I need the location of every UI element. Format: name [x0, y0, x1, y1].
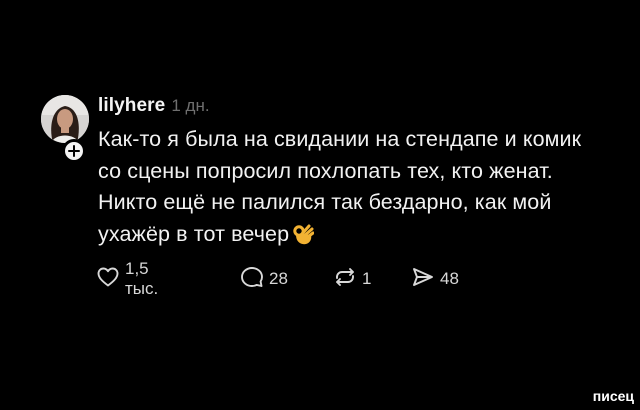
repost-count: 1 [362, 269, 372, 288]
share-button[interactable]: 48 [411, 265, 459, 293]
comment-bubble-icon [240, 265, 264, 294]
post-time: 1 дн. [171, 96, 210, 115]
heart-icon [96, 265, 120, 294]
ok-hand-emoji-icon [292, 222, 315, 256]
post-header: lilyhere 1 дн. [98, 95, 210, 117]
post-text-line: Никто ещё не палился так бездарно, как м… [98, 190, 552, 214]
plus-icon [68, 145, 80, 157]
avatar-image [41, 95, 89, 143]
send-icon [411, 265, 435, 294]
follow-plus-button[interactable] [62, 139, 86, 163]
reply-button[interactable]: 28 [240, 265, 288, 293]
post-text-line: со сцены попросил похлопать тех, кто жен… [98, 158, 553, 183]
post-text-line: Как-то я была на свидании на стендапе и … [98, 127, 582, 151]
share-count: 48 [440, 269, 459, 288]
repost-button[interactable]: 1 [333, 265, 371, 293]
like-count: 1,5 тыс. [125, 259, 159, 298]
avatar-container[interactable] [41, 95, 89, 163]
reply-count: 28 [269, 269, 288, 288]
repost-icon [333, 265, 357, 294]
username[interactable]: lilyhere [98, 95, 165, 117]
post-text-line-content: ухажёр в тот вечер [98, 221, 290, 246]
post-text: Как-то я была на свидании на стендапе и … [98, 124, 618, 255]
post-text-line-last: ухажёр в тот вечер [98, 219, 618, 256]
avatar[interactable] [41, 95, 89, 143]
watermark: писец [592, 388, 634, 404]
thread-post: lilyhere 1 дн. Как-то я была на свидании… [0, 0, 640, 410]
like-button[interactable]: 1,5 тыс. [96, 259, 158, 298]
